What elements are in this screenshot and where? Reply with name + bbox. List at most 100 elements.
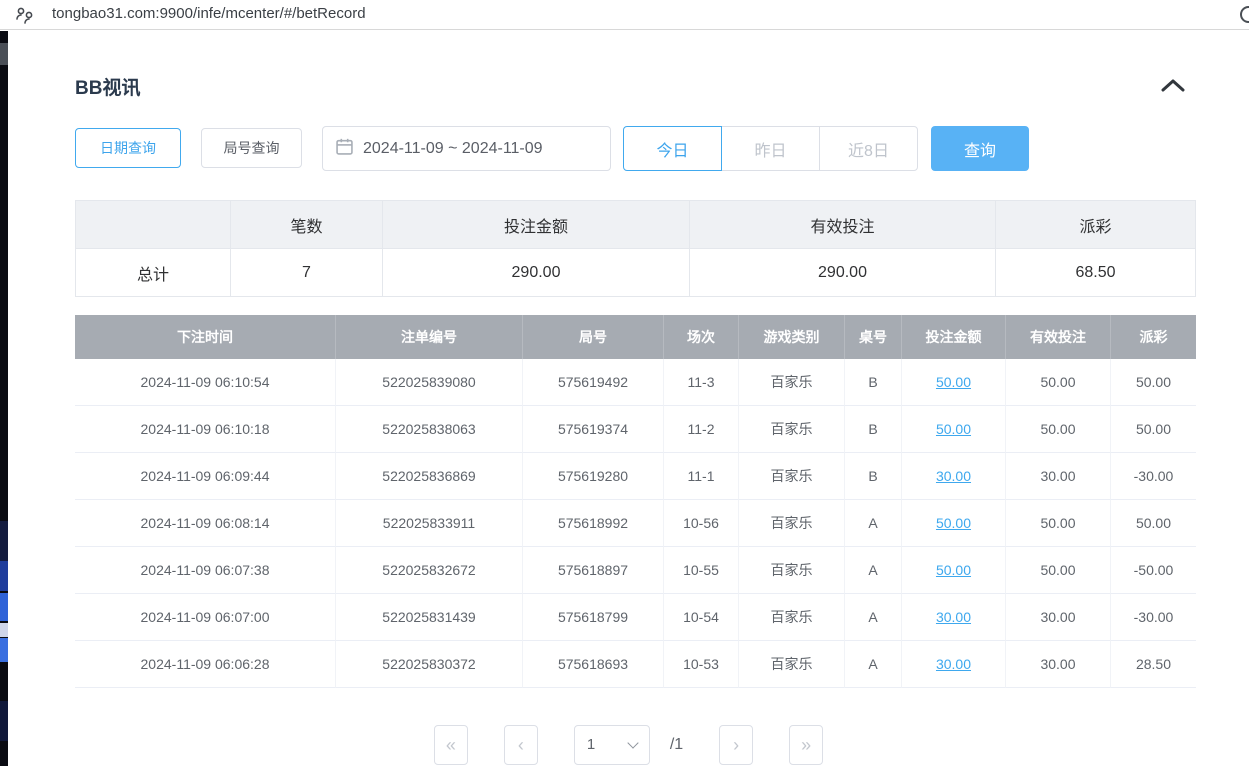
date-query-tab[interactable]: 日期查询: [75, 128, 181, 168]
background-fragment: [0, 43, 8, 65]
collapse-section-button[interactable]: [1158, 75, 1188, 97]
search-button[interactable]: 查询: [931, 126, 1029, 171]
next-page-button[interactable]: ›: [719, 725, 753, 765]
background-page-sliver: [0, 31, 8, 766]
header-bet-amount: 投注金额: [902, 315, 1006, 359]
cell-bet-time: 2024-11-09 06:09:44: [75, 453, 336, 500]
bet-amount-link[interactable]: 50.00: [936, 562, 971, 578]
cell-table-number: A: [845, 594, 902, 641]
header-game-type: 游戏类别: [739, 315, 845, 359]
cell-bet-time: 2024-11-09 06:07:38: [75, 547, 336, 594]
header-bet-number: 注单编号: [336, 315, 523, 359]
cell-game-type: 百家乐: [739, 406, 845, 453]
table-row: 2024-11-09 06:08:14 522025833911 5756189…: [75, 500, 1196, 547]
cell-valid-bet: 50.00: [1006, 547, 1111, 594]
cell-valid-bet: 50.00: [1006, 359, 1111, 406]
header-session: 场次: [664, 315, 739, 359]
background-fragment: [0, 623, 8, 637]
date-range-value: 2024-11-09 ~ 2024-11-09: [363, 140, 543, 158]
background-fragment: [0, 521, 8, 561]
summary-table: 笔数 投注金额 有效投注 派彩 总计 7 290.00 290.00 68.50: [75, 200, 1196, 297]
page-select-value: 1: [587, 736, 595, 753]
table-row: 2024-11-09 06:10:54 522025839080 5756194…: [75, 359, 1196, 406]
cell-bet-time: 2024-11-09 06:10:18: [75, 406, 336, 453]
bet-amount-link[interactable]: 50.00: [936, 421, 971, 437]
bet-table-body: 2024-11-09 06:10:54 522025839080 5756194…: [75, 359, 1196, 688]
cell-bet-number: 522025838063: [336, 406, 523, 453]
header-valid-bet: 有效投注: [1006, 315, 1111, 359]
cell-bet-time: 2024-11-09 06:06:28: [75, 641, 336, 688]
date-range-picker[interactable]: 2024-11-09 ~ 2024-11-09: [322, 126, 611, 171]
bet-amount-link[interactable]: 50.00: [936, 515, 971, 531]
cell-table-number: A: [845, 547, 902, 594]
table-row: 2024-11-09 06:07:38 522025832672 5756188…: [75, 547, 1196, 594]
cell-round-number: 575618897: [523, 547, 664, 594]
cell-table-number: A: [845, 500, 902, 547]
cell-valid-bet: 30.00: [1006, 453, 1111, 500]
cell-payout: 50.00: [1111, 359, 1196, 406]
bet-record-panel: BB视讯 日期查询 局号查询 2024-11-09 ~ 2024-11-09 今…: [8, 31, 1249, 766]
profile-switcher-icon[interactable]: [15, 6, 35, 24]
cell-game-type: 百家乐: [739, 500, 845, 547]
background-fragment: [0, 593, 8, 621]
page-select[interactable]: 1: [574, 725, 650, 765]
bet-amount-link[interactable]: 30.00: [936, 468, 971, 484]
cell-payout: 50.00: [1111, 500, 1196, 547]
calendar-icon: [336, 138, 353, 160]
cell-round-number: 575619280: [523, 453, 664, 500]
round-query-tab[interactable]: 局号查询: [201, 128, 302, 168]
prev-page-button[interactable]: ‹: [504, 725, 538, 765]
table-row: 2024-11-09 06:10:18 522025838063 5756193…: [75, 406, 1196, 453]
bet-amount-link[interactable]: 30.00: [936, 656, 971, 672]
bet-record-table: 下注时间 注单编号 局号 场次 游戏类别 桌号 投注金额 有效投注 派彩 202…: [75, 315, 1196, 688]
url-text[interactable]: tongbao31.com:9900/infe/mcenter/#/betRec…: [52, 5, 366, 22]
cell-session: 11-2: [664, 406, 739, 453]
cell-payout: 50.00: [1111, 406, 1196, 453]
cell-bet-amount: 50.00: [902, 500, 1006, 547]
cell-bet-amount: 50.00: [902, 359, 1006, 406]
summary-total-bet-amount: 290.00: [383, 249, 690, 297]
cell-game-type: 百家乐: [739, 547, 845, 594]
cell-bet-number: 522025836869: [336, 453, 523, 500]
chevron-down-icon: [627, 737, 638, 748]
cell-session: 10-54: [664, 594, 739, 641]
cell-game-type: 百家乐: [739, 641, 845, 688]
quick-yesterday-button[interactable]: 昨日: [721, 126, 820, 171]
cell-session: 10-56: [664, 500, 739, 547]
background-fragment: [0, 561, 8, 591]
cell-valid-bet: 50.00: [1006, 406, 1111, 453]
summary-total-payout: 68.50: [996, 249, 1196, 297]
cell-bet-number: 522025833911: [336, 500, 523, 547]
cell-round-number: 575618799: [523, 594, 664, 641]
cell-bet-time: 2024-11-09 06:07:00: [75, 594, 336, 641]
background-fragment: [0, 701, 8, 741]
header-table-number: 桌号: [845, 315, 902, 359]
cell-valid-bet: 30.00: [1006, 594, 1111, 641]
cell-valid-bet: 50.00: [1006, 500, 1111, 547]
cell-bet-amount: 30.00: [902, 594, 1006, 641]
header-payout: 派彩: [1111, 315, 1196, 359]
last-page-button[interactable]: »: [789, 725, 823, 765]
table-header-row: 下注时间 注单编号 局号 场次 游戏类别 桌号 投注金额 有效投注 派彩: [75, 315, 1196, 359]
cell-bet-number: 522025831439: [336, 594, 523, 641]
cell-round-number: 575618992: [523, 500, 664, 547]
cell-payout: 28.50: [1111, 641, 1196, 688]
quick-today-button[interactable]: 今日: [623, 126, 722, 171]
header-bet-time: 下注时间: [75, 315, 336, 359]
bet-amount-link[interactable]: 30.00: [936, 609, 971, 625]
cell-bet-amount: 50.00: [902, 406, 1006, 453]
chevron-up-icon: [1161, 78, 1185, 95]
quick-last8days-button[interactable]: 近8日: [819, 126, 918, 171]
cell-bet-amount: 50.00: [902, 547, 1006, 594]
pagination: « ‹ 1 /1 › »: [8, 723, 1249, 766]
cell-session: 10-55: [664, 547, 739, 594]
cell-table-number: B: [845, 359, 902, 406]
table-row: 2024-11-09 06:07:00 522025831439 5756187…: [75, 594, 1196, 641]
bet-amount-link[interactable]: 50.00: [936, 374, 971, 390]
refresh-icon[interactable]: [1240, 6, 1249, 23]
summary-header-valid-bet: 有效投注: [690, 201, 996, 249]
first-page-button[interactable]: «: [434, 725, 468, 765]
cell-game-type: 百家乐: [739, 453, 845, 500]
table-row: 2024-11-09 06:09:44 522025836869 5756192…: [75, 453, 1196, 500]
summary-header-empty: [76, 201, 231, 249]
